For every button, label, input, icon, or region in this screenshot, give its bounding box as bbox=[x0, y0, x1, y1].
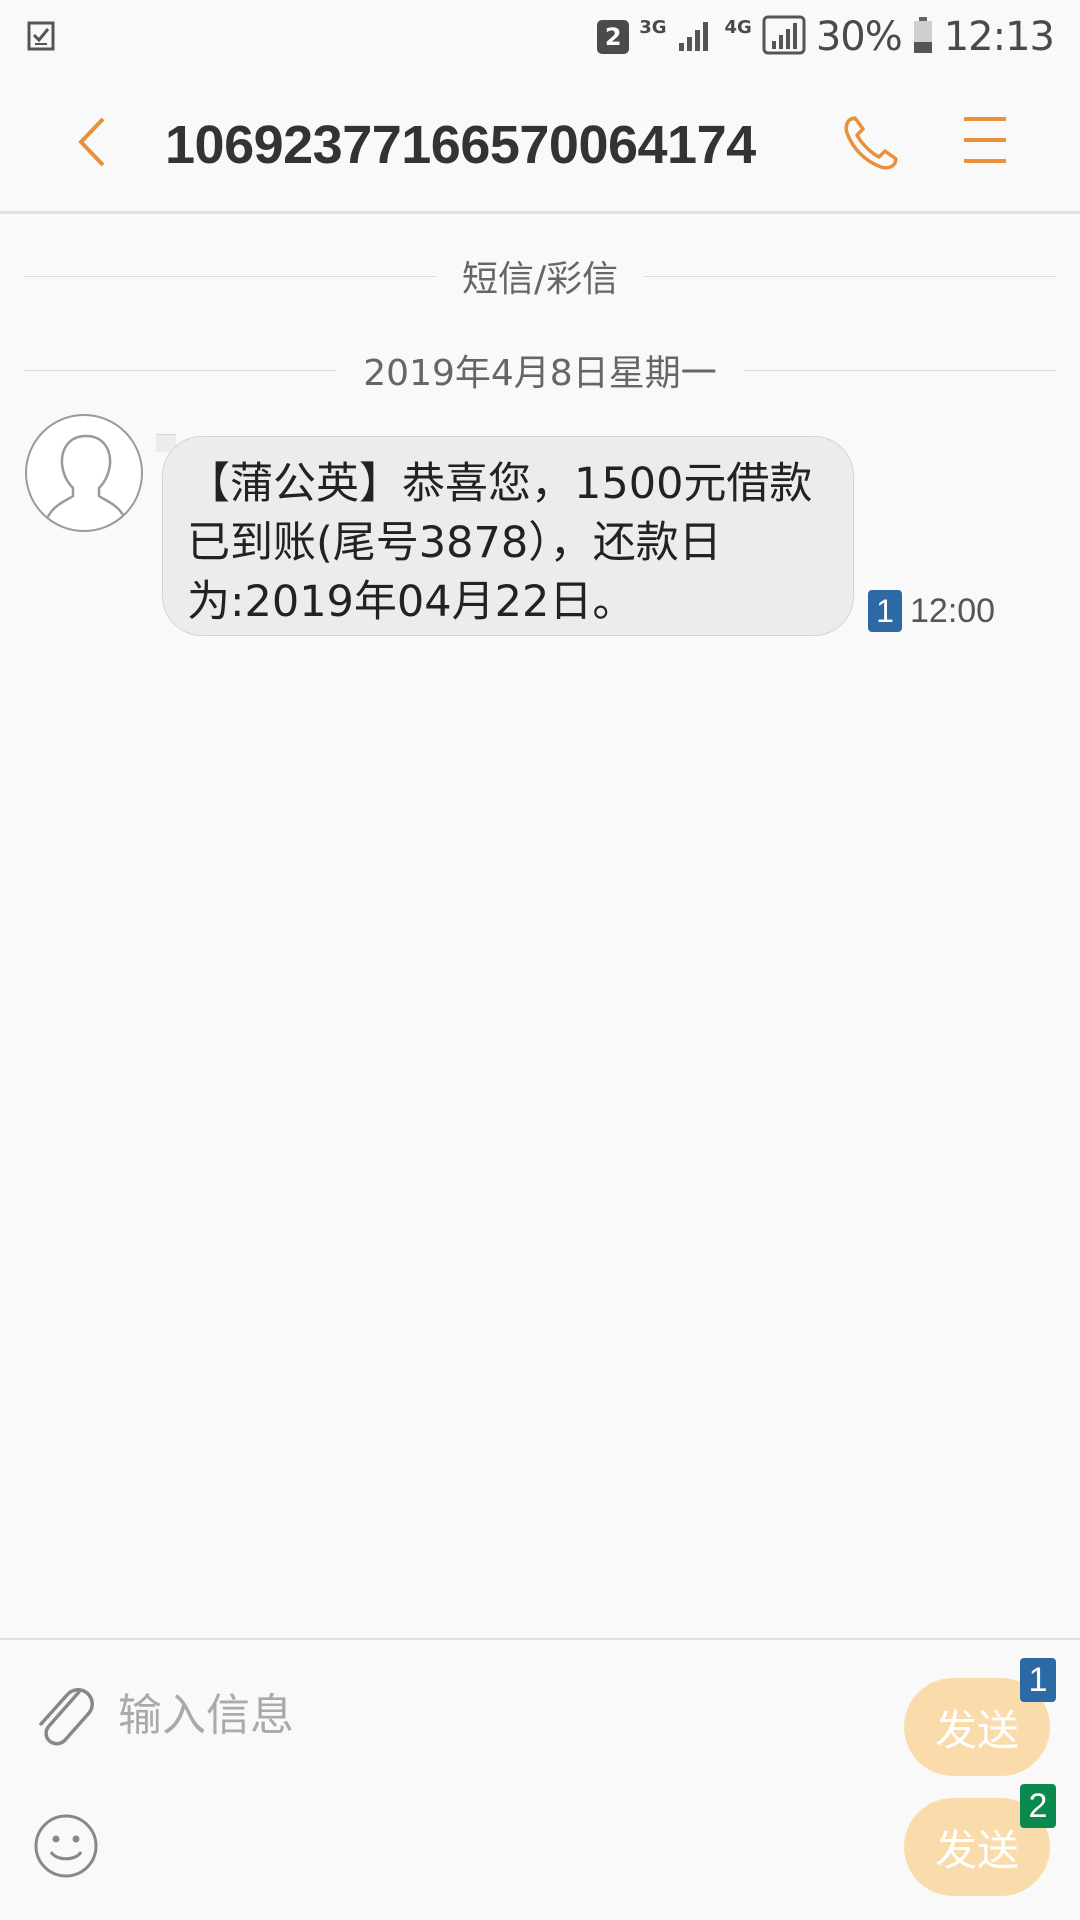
message-time: 12:00 bbox=[910, 591, 996, 630]
battery-icon bbox=[912, 16, 934, 58]
divider-line bbox=[742, 369, 1056, 371]
call-button[interactable] bbox=[836, 110, 906, 180]
attach-button[interactable] bbox=[28, 1675, 98, 1755]
status-bar: 2 3G 4G 30% 12:13 bbox=[0, 0, 1080, 74]
network-3g-label: 3G bbox=[639, 16, 667, 38]
back-button[interactable] bbox=[62, 114, 122, 174]
date-divider: 2019年4月8日星期一 bbox=[24, 344, 1056, 396]
avatar[interactable] bbox=[25, 414, 143, 532]
message-input[interactable] bbox=[118, 1680, 678, 1750]
signal-icon-2 bbox=[762, 15, 806, 59]
checklist-icon bbox=[26, 18, 56, 56]
network-4g-label: 4G bbox=[724, 16, 752, 38]
paperclip-icon bbox=[31, 1678, 95, 1752]
conversation-header: 10692377166570064174 bbox=[0, 74, 1080, 214]
battery-percent: 30% bbox=[815, 14, 903, 60]
channel-divider: 短信/彩信 bbox=[24, 250, 1057, 302]
message-bubble[interactable]: 【蒲公英】恭喜您，1500元借款已到账(尾号3878），还款日为:2019年04… bbox=[162, 436, 854, 636]
person-avatar-icon bbox=[27, 434, 141, 530]
send-sim1-badge: 1 bbox=[1020, 1658, 1056, 1702]
menu-icon bbox=[962, 115, 1008, 169]
channel-label: 短信/彩信 bbox=[461, 259, 619, 300]
signal-icon-1 bbox=[677, 17, 715, 57]
messaging-screen: 2 3G 4G 30% 12:13 10692377166570064174 短… bbox=[0, 0, 1080, 1920]
menu-button[interactable] bbox=[955, 112, 1015, 172]
smiley-icon bbox=[33, 1813, 99, 1883]
sim-indicator: 1 bbox=[868, 590, 902, 632]
emoji-button[interactable] bbox=[33, 1813, 99, 1883]
phone-icon bbox=[841, 113, 901, 177]
divider-line bbox=[24, 275, 436, 277]
composer: 发送 1 发送 2 bbox=[0, 1638, 1080, 1920]
page-title: 10692377166570064174 bbox=[165, 115, 756, 175]
send-sim2-badge: 2 bbox=[1020, 1784, 1056, 1828]
message-meta: 1 12:00 bbox=[868, 590, 995, 632]
sim-badge: 2 bbox=[597, 20, 630, 54]
date-label: 2019年4月8日星期一 bbox=[363, 353, 717, 394]
divider-line bbox=[24, 369, 338, 371]
chevron-left-icon bbox=[75, 115, 109, 173]
divider-line bbox=[644, 275, 1057, 277]
clock: 12:13 bbox=[943, 14, 1055, 60]
